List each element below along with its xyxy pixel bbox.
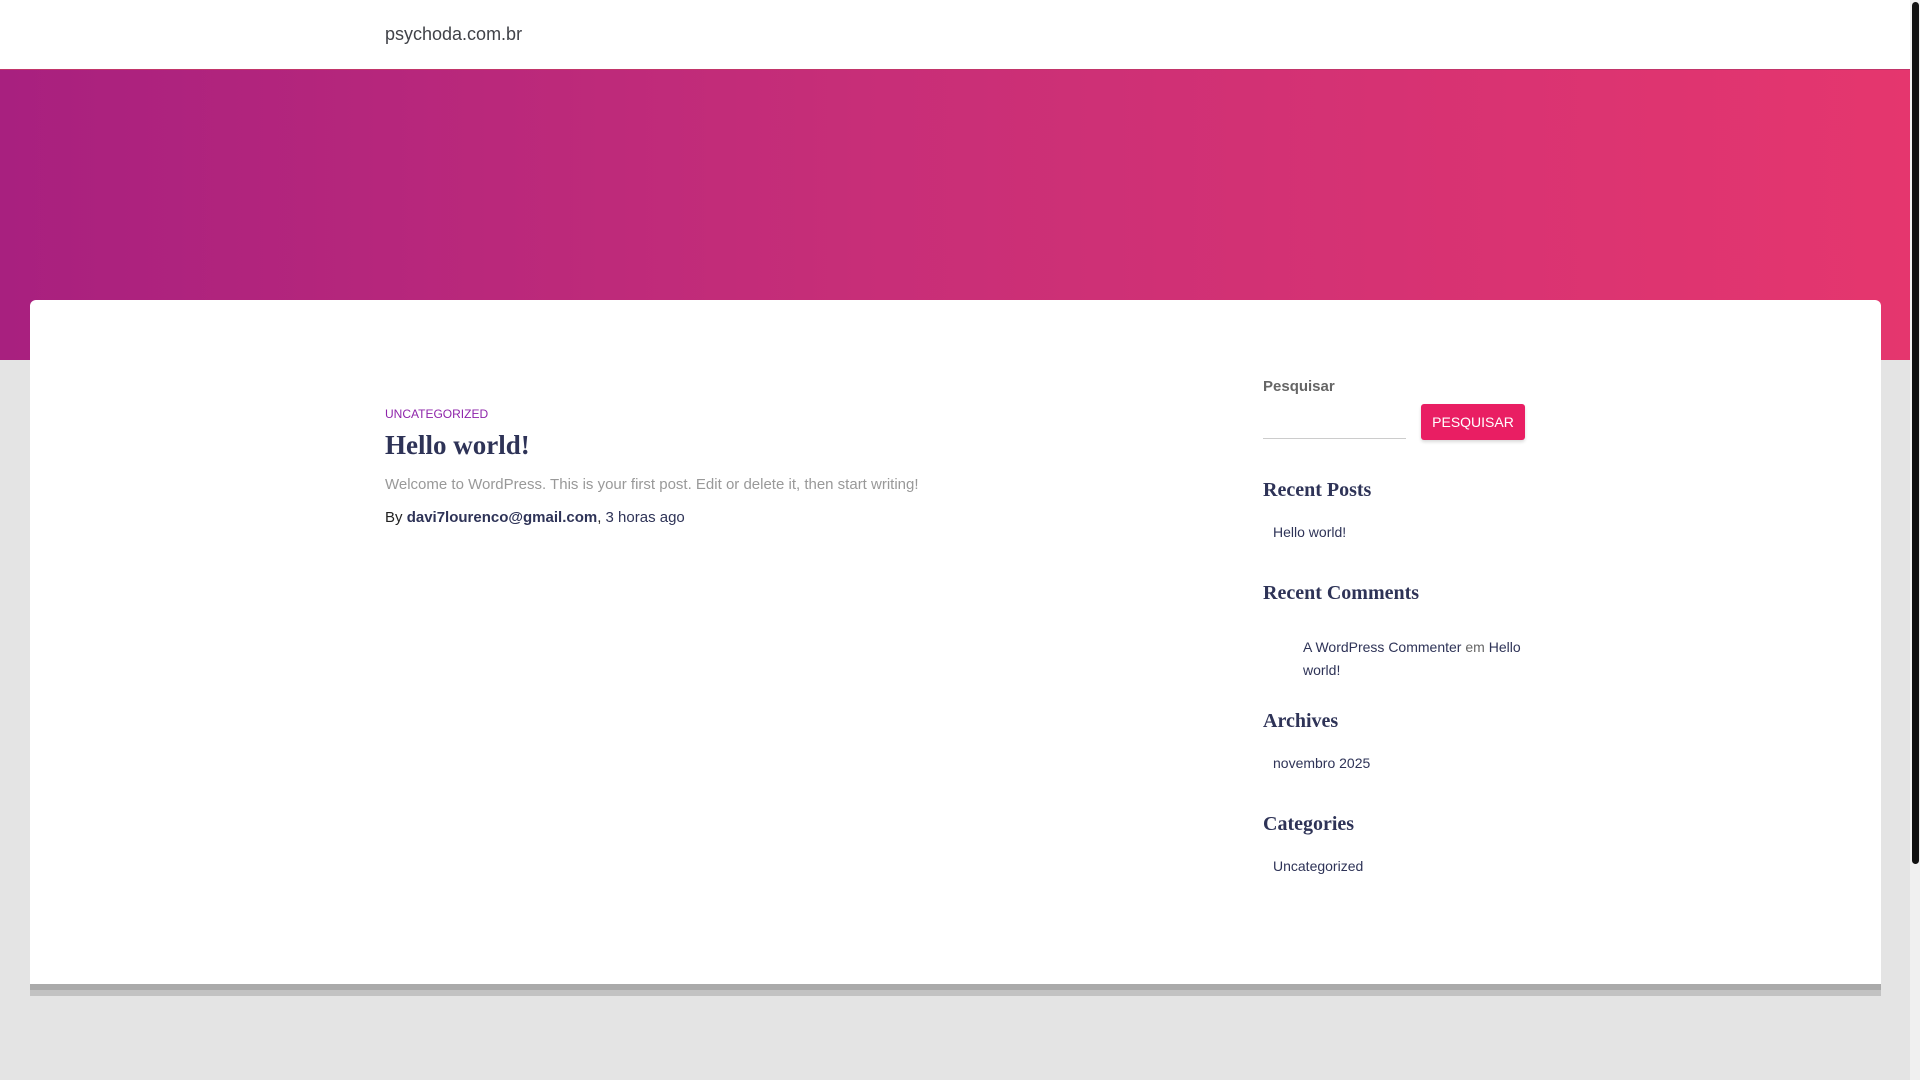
post-title-link[interactable]: Hello world! <box>385 430 530 461</box>
category-link[interactable]: Uncategorized <box>1273 858 1363 874</box>
recent-post-link[interactable]: Hello world! <box>1273 524 1346 540</box>
recent-comments-heading: Recent Comments <box>1263 582 1420 604</box>
post-excerpt: Welcome to WordPress. This is your first… <box>385 476 919 493</box>
archive-link[interactable]: novembro 2025 <box>1273 755 1370 771</box>
post-byline: By davi7lourenco@gmail.com, 3 horas ago <box>385 509 685 526</box>
site-title-link[interactable]: psychoda.com.br <box>385 24 522 45</box>
search-label: Pesquisar <box>1263 378 1335 395</box>
search-button[interactable]: PESQUISAR <box>1421 404 1525 440</box>
post-author-link[interactable]: davi7lourenco@gmail.com <box>407 509 598 526</box>
scrollbar-thumb[interactable] <box>1912 2 1919 864</box>
search-input[interactable] <box>1263 404 1406 439</box>
recent-posts-heading: Recent Posts <box>1263 479 1372 501</box>
categories-heading: Categories <box>1263 813 1355 835</box>
comment-em-label: em <box>1465 639 1485 655</box>
main-content-card <box>30 300 1881 984</box>
recent-comment-item: A WordPress Commenter em Hello world! <box>1303 636 1528 682</box>
post-time: 3 horas ago <box>605 509 685 526</box>
post-category-link[interactable]: UNCATEGORIZED <box>385 407 488 421</box>
comment-post-link-cont[interactable]: world! <box>1303 662 1340 678</box>
archives-heading: Archives <box>1263 710 1339 732</box>
by-label: By <box>385 509 403 526</box>
comment-author-link[interactable]: A WordPress Commenter <box>1303 639 1461 655</box>
top-navbar: psychoda.com.br <box>0 0 1910 70</box>
byline-separator: , <box>597 509 602 526</box>
comment-post-link[interactable]: Hello <box>1489 639 1521 655</box>
